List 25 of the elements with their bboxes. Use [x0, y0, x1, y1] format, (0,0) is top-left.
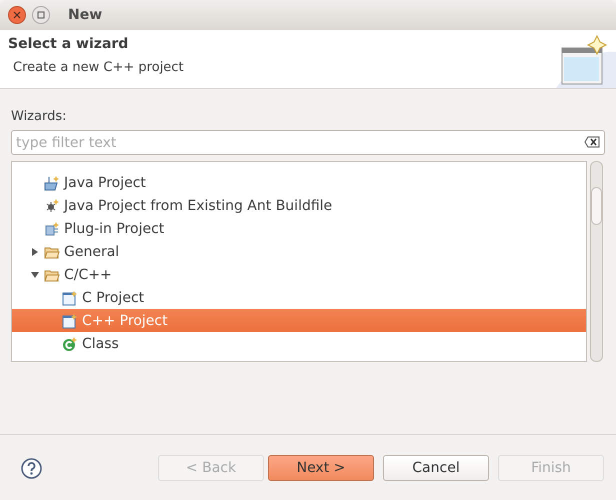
dialog-button[interactable]: Next >: [268, 455, 374, 481]
dialog-button[interactable]: Cancel: [383, 455, 489, 481]
tree-item[interactable]: Java Project: [12, 171, 586, 194]
page-description: Create a new C++ project: [12, 60, 184, 75]
tree-item[interactable]: C/C++: [12, 263, 586, 286]
tree-item[interactable]: General: [12, 240, 586, 263]
tree-item[interactable]: Java Project from Existing Ant Buildfile: [12, 194, 586, 217]
window-title: New: [68, 7, 102, 23]
expanded-triangle-icon[interactable]: [31, 270, 39, 278]
tree-item[interactable]: Plug-in Project: [12, 217, 586, 240]
maximize-icon: [37, 11, 45, 19]
collapsed-triangle-icon[interactable]: [31, 248, 39, 256]
scrollbar-thumb[interactable]: [591, 187, 602, 225]
page-title: Select a wizard: [8, 36, 130, 52]
maximize-button[interactable]: [32, 6, 50, 24]
tree-item[interactable]: C Project: [12, 286, 586, 309]
clear-icon[interactable]: [584, 136, 600, 148]
filter-field[interactable]: type filter text: [11, 130, 605, 155]
wizards-label: Wizards:: [11, 109, 68, 124]
bug-icon: [44, 198, 60, 214]
help-icon[interactable]: [21, 458, 42, 478]
tree-item[interactable]: Class: [12, 332, 586, 355]
close-button[interactable]: [8, 6, 26, 24]
scrollbar[interactable]: [590, 161, 603, 362]
close-icon: [13, 11, 21, 19]
